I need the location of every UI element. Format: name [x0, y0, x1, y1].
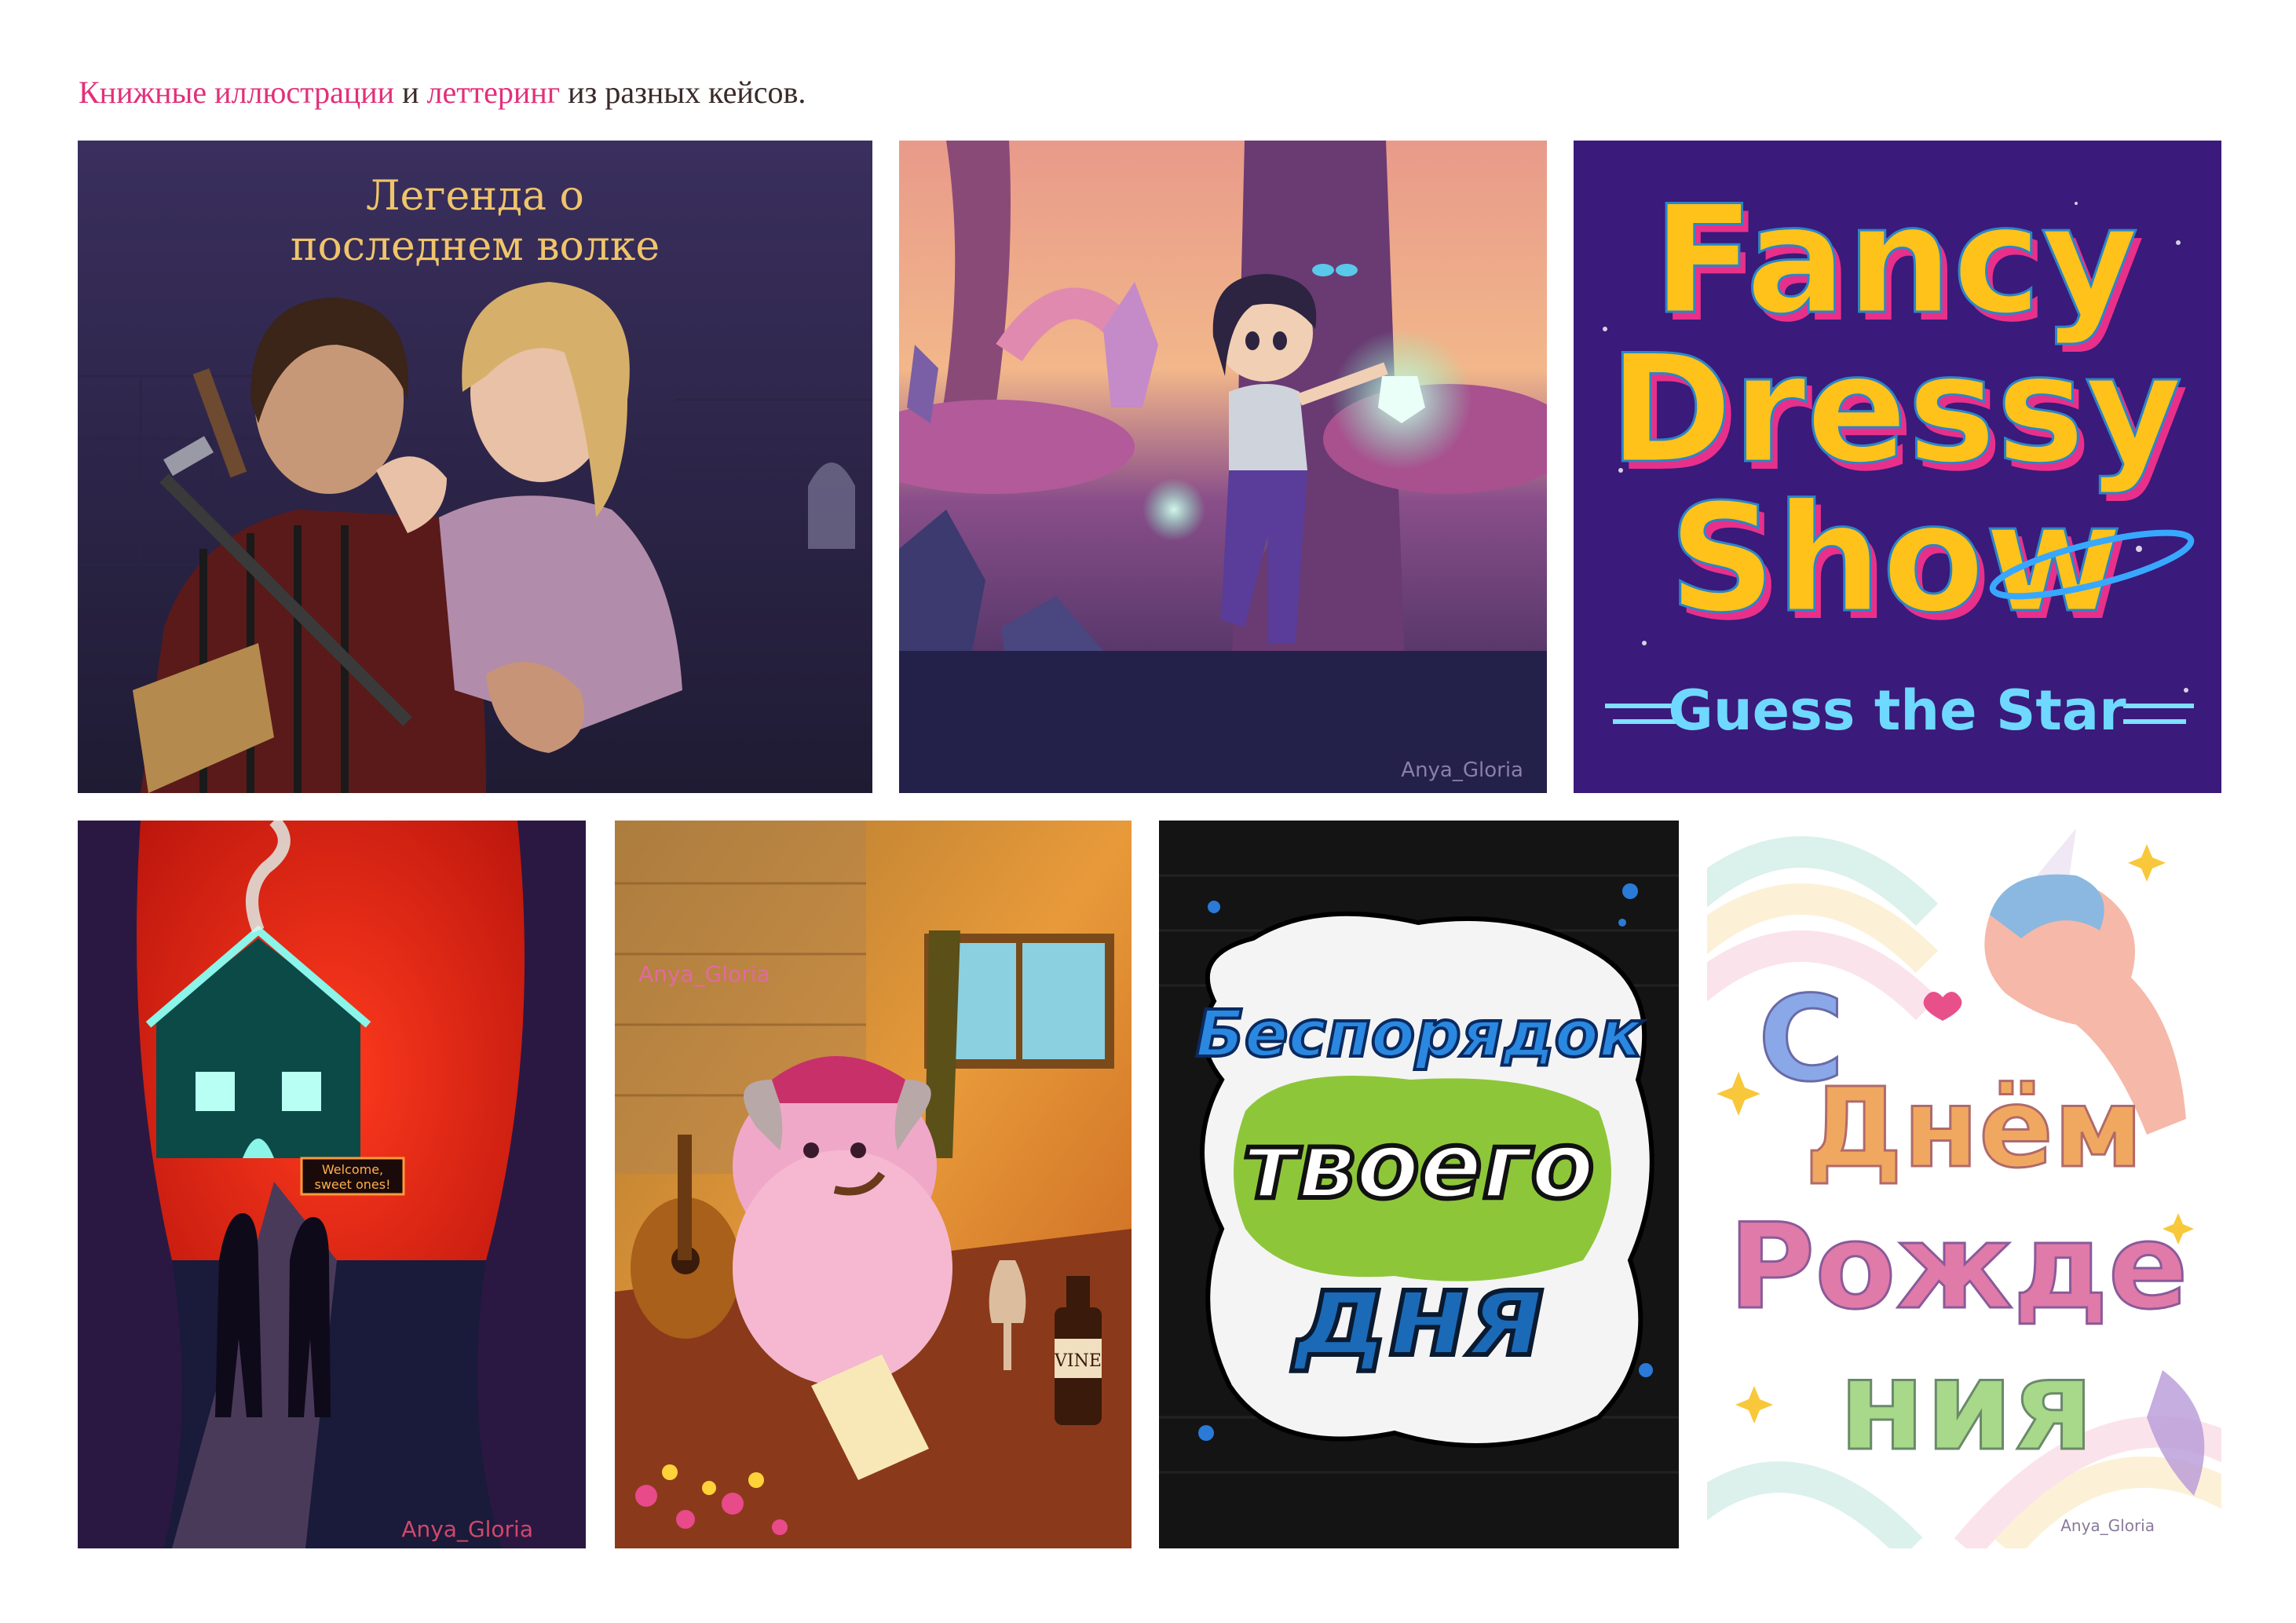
unicorn-artwork: С Днём Рожде ния Anya_Gloria [1707, 821, 2221, 1548]
unicorn-line4: ния [1838, 1332, 2093, 1479]
caption-book-illustrations: Книжные иллюстрации [79, 75, 395, 110]
illustration-sheep-bard: VINE Anya_Gloria [615, 821, 1132, 1548]
sheep-bard-artwork: VINE Anya_Gloria [615, 821, 1132, 1548]
illustration-forest-girl: Anya_Gloria [899, 141, 1547, 793]
fancy-line3: Show [1669, 472, 2122, 645]
unicorn-signature: Anya_Gloria [2060, 1516, 2155, 1535]
caption-and: и [394, 75, 427, 110]
fancy-tagline: Guess the Star [1668, 678, 2126, 743]
graffiti-artwork: Беспорядок твоего дня [1159, 821, 1679, 1548]
graffiti-line2: твоего [1244, 1111, 1595, 1219]
illustration-gingerbread-house: Welcome, sweet ones! Anya_Gloria [78, 821, 586, 1548]
gingerbread-sign-line2: sweet ones! [315, 1177, 391, 1192]
illustration-wolf-legend: Легенда о последнем волке [78, 141, 872, 793]
gingerbread-artwork: Welcome, sweet ones! Anya_Gloria [78, 821, 586, 1548]
sheep-signature: Anya_Gloria [638, 961, 770, 987]
lettering-fancy-dressy-show: Fancy Fancy Dressy Dressy Show Show Gues… [1574, 141, 2221, 793]
wolf-legend-artwork: Легенда о последнем волке [78, 141, 872, 793]
graffiti-line3: дня [1291, 1246, 1545, 1383]
wolf-title-line2: последнем волке [291, 223, 660, 270]
fancy-lettering-artwork: Fancy Fancy Dressy Dressy Show Show Gues… [1574, 141, 2221, 793]
caption-rest: из разных кейсов. [560, 75, 806, 110]
lettering-graffiti: Беспорядок твоего дня [1159, 821, 1679, 1548]
page-caption: Книжные иллюстрации и леттеринг из разны… [79, 74, 806, 111]
wolf-title-line1: Легенда о [366, 173, 584, 220]
graffiti-line1: Беспорядок [1195, 997, 1644, 1072]
unicorn-line3: Рожде [1728, 1199, 2188, 1336]
gingerbread-sign-line1: Welcome, [322, 1162, 383, 1177]
sheep-bottle-label: VINE [1054, 1351, 1102, 1371]
gingerbread-signature: Anya_Gloria [401, 1516, 533, 1542]
unicorn-line2: Днём [1805, 1065, 2144, 1193]
forest-girl-artwork: Anya_Gloria [899, 141, 1547, 793]
fancy-line2: Dressy [1609, 323, 2182, 496]
lettering-unicorn-birthday: С Днём Рожде ния Anya_Gloria [1707, 821, 2221, 1548]
caption-lettering: леттеринг [426, 75, 561, 110]
fancy-line1: Fancy [1653, 174, 2139, 347]
forest-signature: Anya_Gloria [1401, 758, 1523, 782]
